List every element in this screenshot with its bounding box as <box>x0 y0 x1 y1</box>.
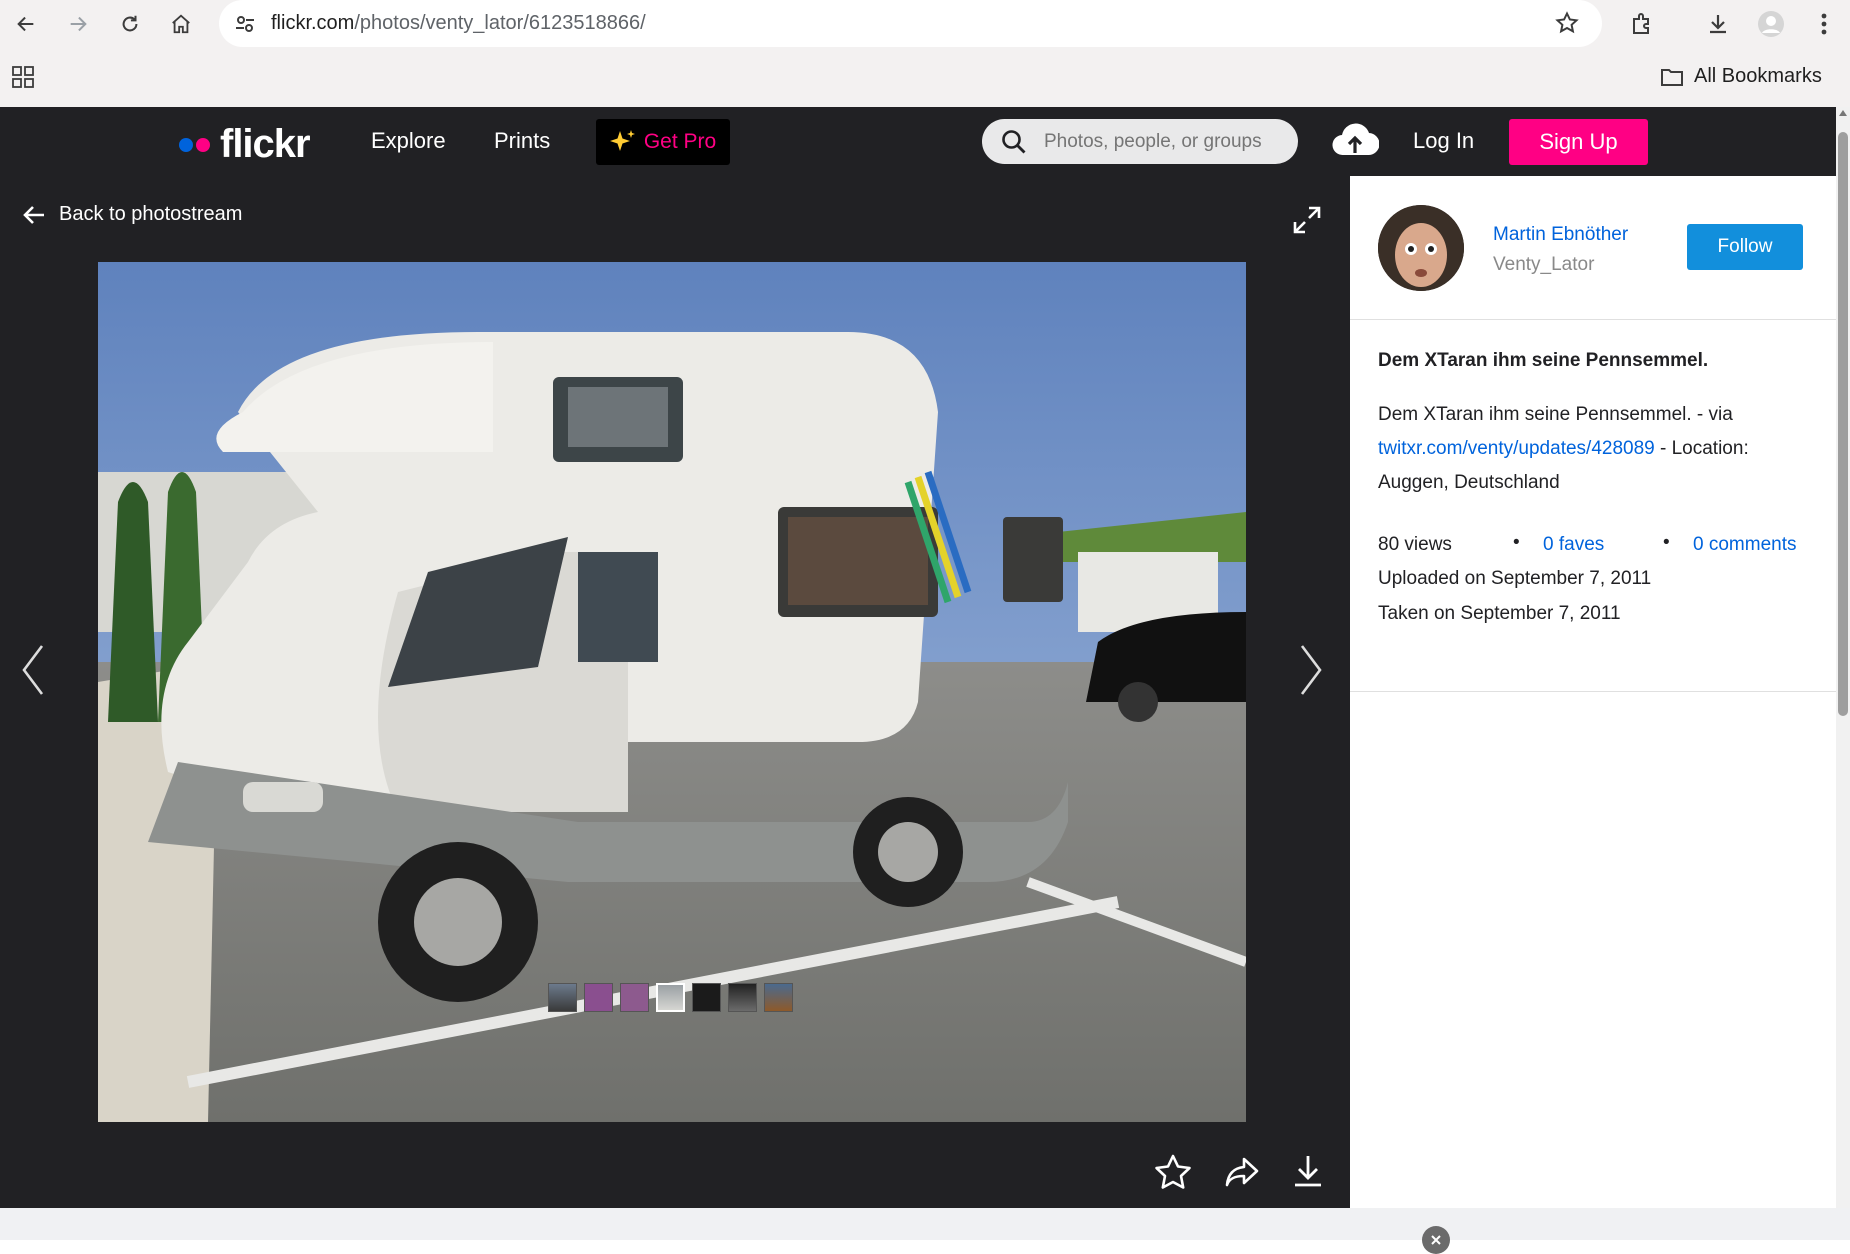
browser-toolbar: flickr.com/photos/venty_lator/6123518866… <box>0 0 1850 48</box>
flickr-logo-text: flickr <box>220 122 311 166</box>
upload-cloud-icon[interactable] <box>1331 123 1379 159</box>
photo-info-sidebar: Martin Ebnöther Venty_Lator Follow Dem X… <box>1350 176 1836 1208</box>
url-path: /photos/venty_lator/6123518866/ <box>354 12 646 34</box>
all-bookmarks-button[interactable]: All Bookmarks <box>1660 65 1822 88</box>
bottom-banner <box>0 1208 1850 1254</box>
next-photo-chevron-icon[interactable] <box>1298 642 1324 698</box>
divider <box>1350 319 1836 320</box>
sparkles-icon <box>609 130 635 151</box>
taken-date: Taken on September 7, 2011 <box>1378 603 1621 624</box>
address-bar[interactable]: flickr.com/photos/venty_lator/6123518866… <box>219 0 1602 47</box>
faves-link[interactable]: 0 faves <box>1543 534 1604 556</box>
views-count: 80 views <box>1378 534 1452 555</box>
folder-icon <box>1661 68 1683 86</box>
browser-menu-icon[interactable] <box>1806 6 1842 42</box>
thumbnail[interactable] <box>692 983 721 1012</box>
share-arrow-icon[interactable] <box>1224 1156 1260 1188</box>
scrollbar-thumb[interactable] <box>1838 132 1848 716</box>
flickr-dots-icon <box>179 137 210 152</box>
back-to-photostream-label: Back to photostream <box>59 203 243 225</box>
reload-icon[interactable] <box>112 6 148 42</box>
profile-avatar-icon[interactable] <box>1753 6 1789 42</box>
all-bookmarks-label: All Bookmarks <box>1694 65 1822 87</box>
get-pro-button[interactable]: Get Pro <box>596 119 730 165</box>
fave-star-icon[interactable] <box>1154 1154 1192 1190</box>
bookmark-star-icon[interactable] <box>1555 11 1579 35</box>
scroll-up-arrow-icon[interactable] <box>1839 109 1847 117</box>
author-handle: Venty_Lator <box>1493 254 1595 275</box>
photo-title: Dem XTaran ihm seine Pennsemmel. <box>1378 350 1709 371</box>
nav-prints[interactable]: Prints <box>494 128 550 154</box>
signup-button[interactable]: Sign Up <box>1509 119 1648 165</box>
login-link[interactable]: Log In <box>1413 128 1474 154</box>
url-text[interactable]: flickr.com/photos/venty_lator/6123518866… <box>271 12 646 35</box>
photo-description: Dem XTaran ihm seine Pennsemmel. - via t… <box>1378 398 1798 500</box>
uploaded-date: Uploaded on September 7, 2011 <box>1378 568 1652 589</box>
download-arrow-icon[interactable] <box>1292 1154 1324 1188</box>
close-banner-icon[interactable] <box>1422 1226 1450 1254</box>
home-icon[interactable] <box>163 6 199 42</box>
site-settings-icon[interactable] <box>233 12 257 36</box>
flickr-logo[interactable]: flickr <box>178 122 311 167</box>
thumbnail-current[interactable] <box>656 983 685 1012</box>
bookmarks-bar: All Bookmarks <box>0 48 1850 107</box>
back-arrow-icon <box>23 205 44 224</box>
author-name-link[interactable]: Martin Ebnöther <box>1493 224 1628 246</box>
description-link[interactable]: twitxr.com/venty/updates/428089 <box>1378 438 1655 459</box>
nav-explore[interactable]: Explore <box>371 128 446 154</box>
download-icon[interactable] <box>1700 6 1736 42</box>
thumbnail[interactable] <box>584 983 613 1012</box>
search-input[interactable] <box>1044 119 1289 164</box>
extensions-icon[interactable] <box>1624 6 1660 42</box>
thumbnail[interactable] <box>764 983 793 1012</box>
thumbnail[interactable] <box>728 983 757 1012</box>
back-to-photostream-link[interactable]: Back to photostream <box>22 203 242 226</box>
get-pro-label: Get Pro <box>643 130 717 153</box>
url-host: flickr.com <box>271 12 355 34</box>
photo-stage: Back to photostream <box>0 176 1350 1208</box>
search-box[interactable] <box>982 119 1298 164</box>
search-icon <box>1001 129 1027 155</box>
follow-button[interactable]: Follow <box>1687 224 1803 270</box>
author-face-image <box>1378 205 1464 291</box>
apps-grid-icon[interactable] <box>12 66 34 88</box>
comments-link[interactable]: 0 comments <box>1693 534 1796 556</box>
thumbnail[interactable] <box>620 983 649 1012</box>
author-avatar[interactable] <box>1378 205 1464 291</box>
back-arrow-icon[interactable] <box>8 6 44 42</box>
flickr-header: flickr Explore Prints Get Pro Log In Sig… <box>0 107 1836 176</box>
stat-separator: • <box>1663 532 1670 553</box>
thumbnail[interactable] <box>548 983 577 1012</box>
forward-arrow-icon[interactable] <box>60 6 96 42</box>
previous-photo-chevron-icon[interactable] <box>20 642 46 698</box>
expand-icon[interactable] <box>1292 205 1322 235</box>
description-text: Dem XTaran ihm seine Pennsemmel. - via <box>1378 404 1733 425</box>
divider <box>1350 691 1836 692</box>
stat-separator: • <box>1513 532 1520 553</box>
